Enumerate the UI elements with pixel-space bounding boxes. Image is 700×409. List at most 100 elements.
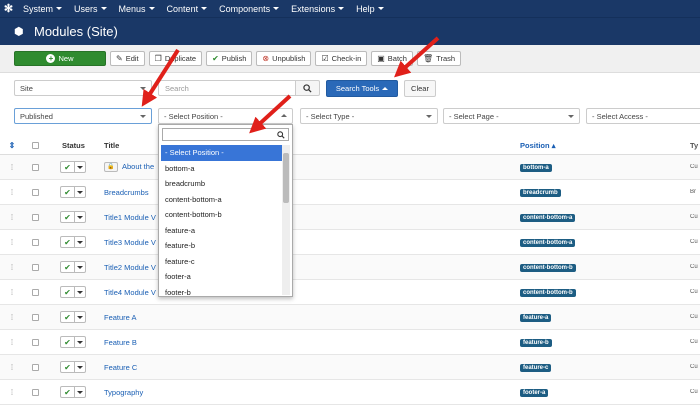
publish-button[interactable]: ✔ Publish bbox=[206, 51, 253, 66]
status-dropdown-toggle[interactable] bbox=[75, 287, 85, 297]
select-all-checkbox[interactable] bbox=[31, 141, 39, 149]
published-check-icon[interactable]: ✔ bbox=[61, 187, 75, 197]
module-title-link[interactable]: Typography bbox=[104, 388, 143, 397]
joomla-logo-icon[interactable]: ✻ bbox=[0, 0, 17, 17]
position-select[interactable]: - Select Position - bbox=[158, 108, 293, 124]
search-tools-button[interactable]: Search Tools bbox=[326, 80, 398, 97]
position-option[interactable]: footer-a bbox=[161, 269, 282, 285]
checkin-button[interactable]: ☑ Check-in bbox=[315, 51, 368, 66]
page-select[interactable]: - Select Page - bbox=[443, 108, 580, 124]
module-title-link[interactable]: Feature A bbox=[104, 313, 137, 322]
module-title-link[interactable]: Breadcrumbs bbox=[104, 188, 149, 197]
position-column-header[interactable]: Position ▴ bbox=[520, 141, 690, 150]
top-menu-system[interactable]: System bbox=[17, 0, 68, 17]
status-toggle[interactable]: ✔ bbox=[60, 161, 86, 173]
row-checkbox[interactable] bbox=[31, 213, 39, 221]
status-dropdown-toggle[interactable] bbox=[75, 362, 85, 372]
drag-handle-icon[interactable]: ⁞ bbox=[0, 213, 24, 222]
position-option[interactable]: - Select Position - bbox=[161, 145, 282, 161]
search-input[interactable]: Search bbox=[158, 80, 296, 96]
position-option[interactable]: bottom-a bbox=[161, 161, 282, 177]
unpublish-button[interactable]: ⊗ Unpublish bbox=[256, 51, 312, 66]
status-toggle[interactable]: ✔ bbox=[60, 261, 86, 273]
published-check-icon[interactable]: ✔ bbox=[61, 387, 75, 397]
scrollbar-thumb[interactable] bbox=[283, 153, 289, 203]
status-toggle[interactable]: ✔ bbox=[60, 311, 86, 323]
module-title-link[interactable]: Title4 Module V bbox=[104, 288, 156, 297]
row-checkbox[interactable] bbox=[31, 313, 39, 321]
module-title-link[interactable]: Feature C bbox=[104, 363, 137, 372]
status-column-header[interactable]: Status bbox=[46, 141, 104, 150]
batch-button[interactable]: ▣ Batch bbox=[371, 51, 413, 66]
top-menu-menus[interactable]: Menus bbox=[113, 0, 161, 17]
top-menu-components[interactable]: Components bbox=[213, 0, 285, 17]
status-dropdown-toggle[interactable] bbox=[75, 212, 85, 222]
drag-handle-icon[interactable]: ⁞ bbox=[0, 163, 24, 172]
status-toggle[interactable]: ✔ bbox=[60, 286, 86, 298]
status-dropdown-toggle[interactable] bbox=[75, 262, 85, 272]
row-checkbox[interactable] bbox=[31, 288, 39, 296]
drag-handle-icon[interactable]: ⁞ bbox=[0, 363, 24, 372]
dropdown-search-input[interactable] bbox=[162, 128, 289, 141]
trash-button[interactable]: 🗑 Trash bbox=[416, 51, 462, 66]
module-title-link[interactable]: About the bbox=[122, 162, 154, 171]
module-title-link[interactable]: Title3 Module V bbox=[104, 238, 156, 247]
row-checkbox[interactable] bbox=[31, 163, 39, 171]
row-checkbox[interactable] bbox=[31, 363, 39, 371]
clear-button[interactable]: Clear bbox=[404, 80, 436, 97]
drag-handle-icon[interactable]: ⁞ bbox=[0, 338, 24, 347]
position-option[interactable]: content-bottom-a bbox=[161, 192, 282, 208]
position-option[interactable]: footer-b bbox=[161, 285, 282, 295]
status-toggle[interactable]: ✔ bbox=[60, 236, 86, 248]
search-button[interactable] bbox=[296, 80, 320, 96]
type-column-header[interactable]: Ty bbox=[690, 141, 700, 150]
new-button[interactable]: + New bbox=[14, 51, 106, 66]
module-title-link[interactable]: Title2 Module V bbox=[104, 263, 156, 272]
type-select[interactable]: - Select Type - bbox=[300, 108, 438, 124]
drag-handle-icon[interactable]: ⁞ bbox=[0, 388, 24, 397]
position-option[interactable]: feature-b bbox=[161, 238, 282, 254]
access-select[interactable]: - Select Access - bbox=[586, 108, 700, 124]
status-dropdown-toggle[interactable] bbox=[75, 237, 85, 247]
module-title-link[interactable]: Feature B bbox=[104, 338, 137, 347]
top-menu-users[interactable]: Users bbox=[68, 0, 113, 17]
row-checkbox[interactable] bbox=[31, 263, 39, 271]
ordering-sort-icon[interactable]: ⇕ bbox=[0, 141, 24, 150]
top-menu-content[interactable]: Content bbox=[161, 0, 214, 17]
row-checkbox[interactable] bbox=[31, 238, 39, 246]
position-option[interactable]: feature-a bbox=[161, 223, 282, 239]
position-option[interactable]: breadcrumb bbox=[161, 176, 282, 192]
position-option[interactable]: feature-c bbox=[161, 254, 282, 270]
published-check-icon[interactable]: ✔ bbox=[61, 337, 75, 347]
row-checkbox[interactable] bbox=[31, 388, 39, 396]
drag-handle-icon[interactable]: ⁞ bbox=[0, 238, 24, 247]
top-menu-extensions[interactable]: Extensions bbox=[285, 0, 350, 17]
status-toggle[interactable]: ✔ bbox=[60, 186, 86, 198]
status-dropdown-toggle[interactable] bbox=[75, 187, 85, 197]
edit-button[interactable]: ✎ Edit bbox=[110, 51, 145, 66]
status-toggle[interactable]: ✔ bbox=[60, 361, 86, 373]
drag-handle-icon[interactable]: ⁞ bbox=[0, 313, 24, 322]
status-dropdown-toggle[interactable] bbox=[75, 312, 85, 322]
client-select[interactable]: Site bbox=[14, 80, 152, 96]
published-check-icon[interactable]: ✔ bbox=[61, 287, 75, 297]
drag-handle-icon[interactable]: ⁞ bbox=[0, 263, 24, 272]
top-menu-help[interactable]: Help bbox=[350, 0, 390, 17]
drag-handle-icon[interactable]: ⁞ bbox=[0, 188, 24, 197]
published-check-icon[interactable]: ✔ bbox=[61, 212, 75, 222]
published-check-icon[interactable]: ✔ bbox=[61, 162, 75, 172]
published-check-icon[interactable]: ✔ bbox=[61, 237, 75, 247]
dropdown-scrollbar[interactable] bbox=[282, 145, 290, 295]
lock-icon[interactable]: 🔒 bbox=[104, 162, 118, 172]
row-checkbox[interactable] bbox=[31, 188, 39, 196]
status-dropdown-toggle[interactable] bbox=[75, 162, 85, 172]
state-select[interactable]: Published bbox=[14, 108, 152, 124]
row-checkbox[interactable] bbox=[31, 338, 39, 346]
published-check-icon[interactable]: ✔ bbox=[61, 262, 75, 272]
drag-handle-icon[interactable]: ⁞ bbox=[0, 288, 24, 297]
published-check-icon[interactable]: ✔ bbox=[61, 312, 75, 322]
module-title-link[interactable]: Title1 Module V bbox=[104, 213, 156, 222]
status-toggle[interactable]: ✔ bbox=[60, 386, 86, 398]
published-check-icon[interactable]: ✔ bbox=[61, 362, 75, 372]
position-option[interactable]: content-bottom-b bbox=[161, 207, 282, 223]
